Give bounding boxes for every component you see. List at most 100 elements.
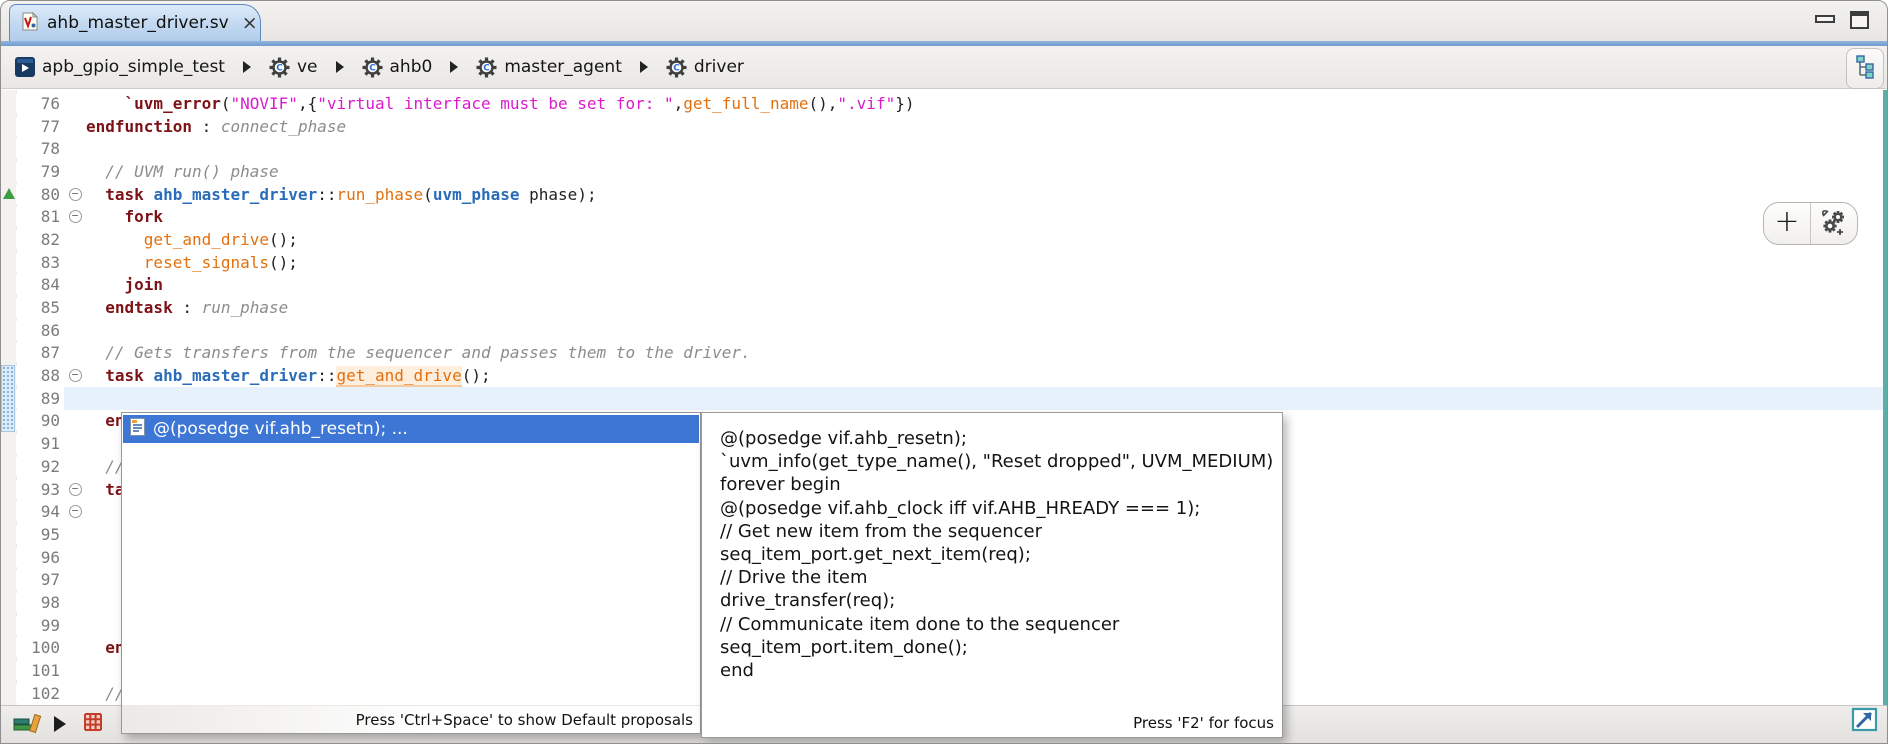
preview-line: @(posedge vif.ahb_clock iff vif.AHB_HREA…	[720, 497, 1282, 520]
breadcrumb-separator-icon	[243, 61, 251, 73]
library-icon	[13, 712, 43, 740]
template-icon	[130, 418, 145, 441]
breadcrumb-item-ahb0[interactable]: Cahb0	[362, 57, 433, 78]
fold-column	[64, 505, 86, 518]
breadcrumb-item-driver[interactable]: Cdriver	[666, 57, 744, 78]
add-button[interactable]: +	[1764, 203, 1811, 244]
grid-icon	[83, 712, 103, 736]
code-text: ta	[86, 480, 125, 499]
proposal-preview-popup: @(posedge vif.ahb_resetn);`uvm_info(get_…	[701, 412, 1283, 738]
class-icon: C	[476, 57, 497, 78]
preview-line: seq_item_port.item_done();	[720, 636, 1282, 659]
svg-text:C: C	[276, 63, 283, 73]
fold-column	[64, 483, 86, 496]
sv-file-icon	[22, 12, 38, 35]
preview-footer: Press 'F2' for focus	[1133, 713, 1274, 732]
close-icon[interactable]: ×	[242, 14, 258, 33]
maximize-icon[interactable]	[1850, 11, 1869, 29]
code-line[interactable]: 82 get_and_drive();	[16, 228, 1887, 251]
line-number: 89	[16, 389, 64, 408]
collapse-icon[interactable]	[69, 483, 82, 496]
ctrl-space-hint: Press 'Ctrl+Space' to show Default propo…	[356, 711, 693, 729]
code-text: task ahb_master_driver::run_phase(uvm_ph…	[86, 185, 597, 204]
code-line[interactable]: 88 task ahb_master_driver::get_and_drive…	[16, 364, 1887, 387]
line-number: 78	[16, 139, 64, 158]
proposal-footer: Press 'Ctrl+Space' to show Default propo…	[122, 705, 700, 733]
code-line[interactable]: 86	[16, 319, 1887, 342]
code-text: //	[86, 457, 125, 476]
code-text: en	[86, 411, 125, 430]
editor-tab-strip: ahb_master_driver.sv ×	[1, 1, 1887, 41]
breadcrumb-item-master_agent[interactable]: Cmaster_agent	[476, 57, 622, 78]
proposal-item-selected[interactable]: @(posedge vif.ahb_resetn); ...	[123, 415, 699, 443]
collapse-icon[interactable]	[69, 505, 82, 518]
annotation-ruler[interactable]	[1, 90, 17, 706]
library-button[interactable]	[13, 712, 43, 740]
code-text: //	[86, 684, 125, 703]
code-line[interactable]: 83 reset_signals();	[16, 251, 1887, 274]
testbench-icon	[15, 57, 35, 77]
f2-focus-hint: Press 'F2' for focus	[1133, 714, 1274, 732]
code-line[interactable]: 87 // Gets transfers from the sequencer …	[16, 342, 1887, 365]
collapse-icon[interactable]	[69, 369, 82, 382]
breadcrumb-label: apb_gpio_simple_test	[42, 57, 225, 77]
preview-code: @(posedge vif.ahb_resetn);`uvm_info(get_…	[720, 427, 1282, 682]
line-number: 79	[16, 162, 64, 181]
code-line[interactable]: 89	[16, 387, 1887, 410]
line-number: 85	[16, 298, 64, 317]
breadcrumb-item-ve[interactable]: Cve	[269, 57, 318, 78]
code-line[interactable]: 81 fork	[16, 205, 1887, 228]
breadcrumb-item-apb_gpio_simple_test[interactable]: apb_gpio_simple_test	[15, 57, 225, 77]
code-line[interactable]: 78	[16, 137, 1887, 160]
line-number: 91	[16, 434, 64, 453]
overview-ruler-range	[1883, 90, 1887, 708]
line-number: 84	[16, 275, 64, 294]
breadcrumb-separator-icon	[450, 61, 458, 73]
play-icon	[54, 716, 66, 732]
minimize-icon[interactable]	[1815, 15, 1835, 23]
line-number: 80	[16, 185, 64, 204]
grid-button[interactable]	[83, 712, 103, 736]
preview-line: end	[720, 659, 1282, 682]
line-number: 98	[16, 593, 64, 612]
preview-line: // Communicate item done to the sequence…	[720, 613, 1282, 636]
fold-column	[64, 188, 86, 201]
fold-column	[64, 210, 86, 223]
class-icon: C	[362, 57, 383, 78]
code-text: get_and_drive();	[86, 230, 298, 249]
svg-text:C: C	[484, 63, 491, 73]
breadcrumb-separator-icon	[640, 61, 648, 73]
code-line[interactable]: 77endfunction : connect_phase	[16, 115, 1887, 138]
breadcrumb-label: driver	[694, 57, 744, 77]
line-number: 101	[16, 661, 64, 680]
line-number: 87	[16, 343, 64, 362]
generate-gears-icon	[1820, 208, 1848, 240]
code-line[interactable]: 79 // UVM run() phase	[16, 160, 1887, 183]
layout-corner-button[interactable]	[1851, 707, 1879, 737]
code-line[interactable]: 76 `uvm_error("NOVIF",{"virtual interfac…	[16, 92, 1887, 115]
generate-button[interactable]	[1811, 203, 1857, 244]
editor-tab[interactable]: ahb_master_driver.sv ×	[9, 4, 261, 41]
override-marker-icon[interactable]	[3, 188, 15, 199]
line-number: 83	[16, 253, 64, 272]
proposal-label: @(posedge vif.ahb_resetn); ...	[153, 419, 408, 439]
line-number: 82	[16, 230, 64, 249]
code-line[interactable]: 80 task ahb_master_driver::run_phase(uvm…	[16, 183, 1887, 206]
add-icon: +	[1774, 207, 1799, 237]
hierarchy-toggle-button[interactable]	[1846, 48, 1884, 89]
line-number: 100	[16, 638, 64, 657]
breadcrumb-label: ahb0	[390, 57, 433, 77]
line-number: 77	[16, 117, 64, 136]
run-button[interactable]	[54, 716, 66, 732]
code-line[interactable]: 85 endtask : run_phase	[16, 296, 1887, 319]
occurrence-marker[interactable]	[1, 365, 15, 432]
breadcrumb-separator-icon	[336, 61, 344, 73]
line-number: 88	[16, 366, 64, 385]
code-text: reset_signals();	[86, 253, 298, 272]
svg-text:C: C	[673, 63, 680, 73]
code-line[interactable]: 84 join	[16, 274, 1887, 297]
content-assist-popup: @(posedge vif.ahb_resetn); ... Press 'Ct…	[121, 412, 701, 734]
collapse-icon[interactable]	[69, 188, 82, 201]
collapse-icon[interactable]	[69, 210, 82, 223]
preview-line: drive_transfer(req);	[720, 589, 1282, 612]
